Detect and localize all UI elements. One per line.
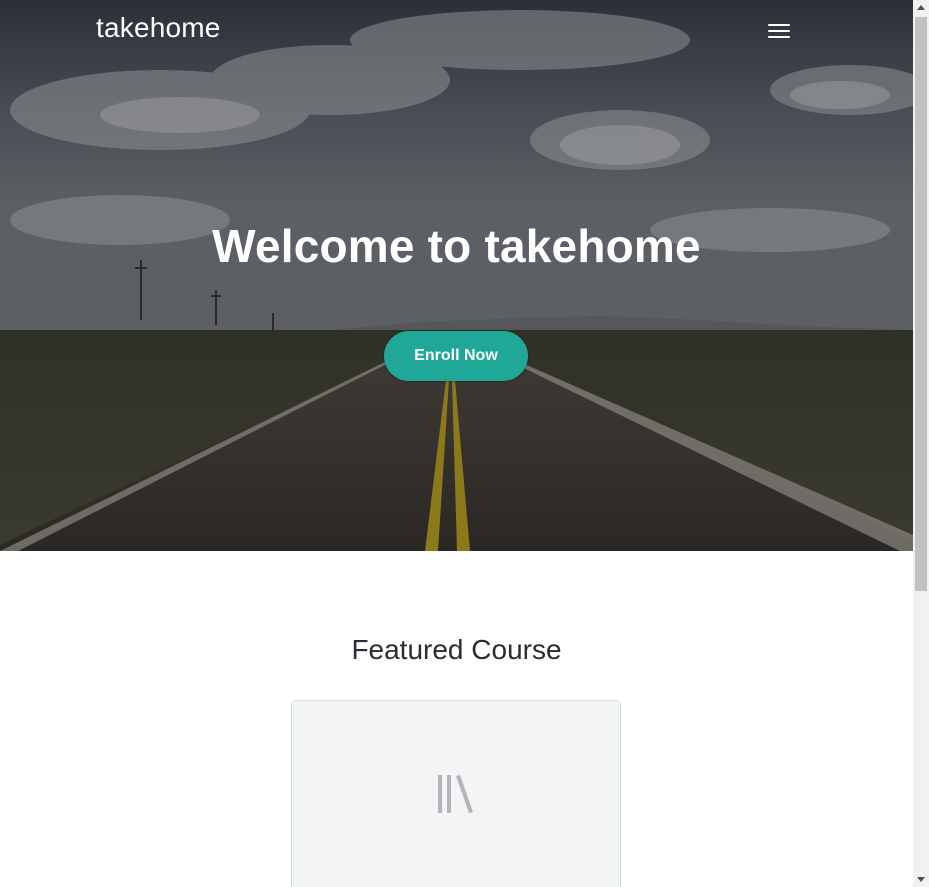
hamburger-bar [768, 36, 790, 38]
page: takehome Welcome to takehome Enroll Now … [0, 0, 913, 887]
hero-section: takehome Welcome to takehome Enroll Now [0, 0, 913, 551]
scroll-up-arrow-icon[interactable] [913, 0, 929, 16]
scrollbar-thumb[interactable] [915, 17, 927, 591]
hero-title: Welcome to takehome [212, 220, 701, 272]
hamburger-bar [768, 24, 790, 26]
hamburger-menu-icon[interactable] [764, 20, 794, 44]
hero-background-image [0, 0, 913, 551]
scroll-down-arrow-icon[interactable] [913, 871, 929, 887]
brand-logo[interactable]: takehome [96, 12, 221, 44]
hamburger-bar [768, 30, 790, 32]
featured-course-heading: Featured Course [351, 634, 562, 665]
vertical-scrollbar[interactable] [913, 0, 929, 887]
featured-course-card[interactable] [291, 700, 621, 887]
library-books-icon [438, 775, 473, 813]
enroll-now-button[interactable]: Enroll Now [384, 331, 528, 381]
